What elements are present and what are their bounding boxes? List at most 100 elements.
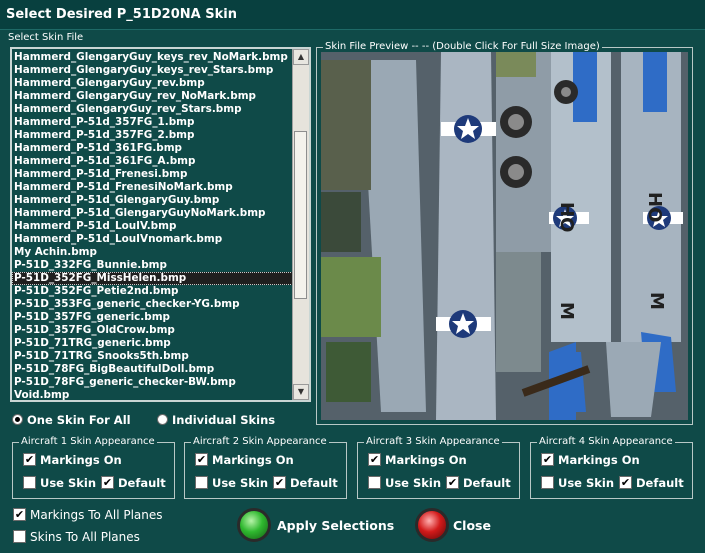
aircraft-group-title: Aircraft 2 Skin Appearance	[191, 436, 329, 447]
default-checkbox[interactable]: ✔ Default	[101, 475, 166, 490]
markings-on-checkbox[interactable]: ✔ Markings On	[368, 452, 467, 467]
skin-list-item[interactable]: Hammerd_GlengaryGuy_rev_Stars.bmp	[12, 103, 295, 116]
use-skin-check-box	[195, 476, 208, 489]
aircraft-group-title: Aircraft 3 Skin Appearance	[364, 436, 502, 447]
skin-list-item[interactable]: Hammerd_P-51d_357FG_1.bmp	[12, 116, 295, 129]
skin-list-item[interactable]: P-51D_357FG_OldCrow.bmp	[12, 324, 295, 337]
apply-selections-button[interactable]: Apply Selections	[277, 518, 394, 533]
skin-list-item[interactable]: My Achin.bmp	[12, 246, 295, 259]
use-skin-label: Use Skin	[40, 475, 97, 490]
skin-list-item[interactable]: P-51D_353FG_generic_checker-YG.bmp	[12, 298, 295, 311]
default-check-icon: ✔	[446, 476, 459, 489]
markings-on-check-icon: ✔	[23, 453, 36, 466]
aircraft-group-title: Aircraft 1 Skin Appearance	[19, 436, 157, 447]
markings-on-label: Markings On	[385, 452, 467, 467]
markings-on-label: Markings On	[212, 452, 294, 467]
skin-list-items: Hammerd_GlengaryGuy_keys_rev_NoMark.bmp H…	[12, 51, 295, 400]
aircraft-4-group: Aircraft 4 Skin Appearance ✔ Markings On Us…	[530, 436, 693, 499]
skin-list-item[interactable]: Hammerd_P-51d_LouIVnomark.bmp	[12, 233, 295, 246]
one-skin-label: One Skin For All	[27, 412, 131, 427]
skin-list-item[interactable]: P-51D_352FG_MissHelen.bmp	[12, 272, 295, 285]
apply-button-icon[interactable]	[237, 508, 271, 542]
skin-list-item[interactable]: Void.bmp	[12, 389, 295, 400]
use-skin-label: Use Skin	[385, 475, 442, 490]
skin-file-list[interactable]: Hammerd_GlengaryGuy_keys_rev_NoMark.bmp H…	[10, 47, 311, 402]
default-label: Default	[636, 475, 684, 490]
default-check-icon: ✔	[101, 476, 114, 489]
skin-list-item[interactable]: Hammerd_P-51d_LouIV.bmp	[12, 220, 295, 233]
default-label: Default	[290, 475, 338, 490]
skin-list-item[interactable]: Hammerd_GlengaryGuy_rev_NoMark.bmp	[12, 90, 295, 103]
preview-label: Skin File Preview -- -- (Double Click Fo…	[323, 41, 602, 52]
default-check-icon: ✔	[619, 476, 632, 489]
skin-list-item[interactable]: Hammerd_GlengaryGuy_keys_rev_NoMark.bmp	[12, 51, 295, 64]
markings-on-check-icon: ✔	[541, 453, 554, 466]
skin-list-item[interactable]: P-51D_357FG_generic.bmp	[12, 311, 295, 324]
skin-list-item[interactable]: P-51D_332FG_Bunnie.bmp	[12, 259, 295, 272]
skin-list-item[interactable]: Hammerd_P-51d_357FG_2.bmp	[12, 129, 295, 142]
individual-skins-label: Individual Skins	[172, 412, 276, 427]
svg-text:HO: HO	[556, 202, 577, 232]
use-skin-label: Use Skin	[558, 475, 615, 490]
markings-on-check-icon: ✔	[368, 453, 381, 466]
scroll-up-icon[interactable]: ▲	[293, 49, 309, 65]
scroll-down-icon[interactable]: ▼	[293, 384, 309, 400]
skin-list-item[interactable]: Hammerd_GlengaryGuy_keys_rev_Stars.bmp	[12, 64, 295, 77]
default-checkbox[interactable]: ✔ Default	[619, 475, 684, 490]
skin-list-item[interactable]: P-51D_78FG_BigBeautifulDoll.bmp	[12, 363, 295, 376]
skin-preview-image[interactable]: HO HO M M	[321, 52, 688, 420]
use-skin-checkbox[interactable]: Use Skin	[368, 475, 441, 490]
skin-list-label: Select Skin File	[8, 32, 84, 43]
skins-all-check-box	[13, 530, 26, 543]
default-label: Default	[118, 475, 166, 490]
use-skin-check-box	[368, 476, 381, 489]
skin-list-item[interactable]: Hammerd_P-51d_Frenesi.bmp	[12, 168, 295, 181]
markings-on-check-icon: ✔	[195, 453, 208, 466]
one-skin-radio-indicator	[12, 414, 23, 425]
markings-all-checkbox[interactable]: ✔ Markings To All Planes	[13, 507, 163, 522]
markings-all-check-icon: ✔	[13, 508, 26, 521]
skin-list-item[interactable]: Hammerd_GlengaryGuy_rev.bmp	[12, 77, 295, 90]
skin-list-item[interactable]: Hammerd_P-51d_FrenesiNoMark.bmp	[12, 181, 295, 194]
markings-on-label: Markings On	[40, 452, 122, 467]
skin-list-item[interactable]: P-51D_78FG_generic_checker-BW.bmp	[12, 376, 295, 389]
skin-list-item[interactable]: Hammerd_P-51d_GlengaryGuyNoMark.bmp	[12, 207, 295, 220]
window-title: Select Desired P_51D20NA Skin	[0, 0, 705, 30]
markings-on-checkbox[interactable]: ✔ Markings On	[195, 452, 294, 467]
default-label: Default	[463, 475, 511, 490]
default-checkbox[interactable]: ✔ Default	[446, 475, 511, 490]
skin-list-item[interactable]: Hammerd_P-51d_GlengaryGuy.bmp	[12, 194, 295, 207]
use-skin-check-box	[23, 476, 36, 489]
close-button[interactable]: Close	[453, 518, 491, 533]
markings-on-label: Markings On	[558, 452, 640, 467]
skin-list-item[interactable]: Hammerd_P-51d_361FG_A.bmp	[12, 155, 295, 168]
markings-all-label: Markings To All Planes	[30, 507, 163, 522]
markings-on-checkbox[interactable]: ✔ Markings On	[23, 452, 122, 467]
one-skin-radio[interactable]: One Skin For All	[12, 412, 131, 427]
close-button-icon[interactable]	[415, 508, 449, 542]
svg-text:HO: HO	[644, 192, 665, 222]
skin-list-item[interactable]: P-51D_352FG_Petie2nd.bmp	[12, 285, 295, 298]
use-skin-checkbox[interactable]: Use Skin	[541, 475, 614, 490]
individual-skins-radio-indicator	[157, 414, 168, 425]
default-checkbox[interactable]: ✔ Default	[273, 475, 338, 490]
scroll-thumb[interactable]	[294, 131, 307, 299]
aircraft-group-title: Aircraft 4 Skin Appearance	[537, 436, 675, 447]
skin-list-item[interactable]: P-51D_71TRG_generic.bmp	[12, 337, 295, 350]
aircraft-1-group: Aircraft 1 Skin Appearance ✔ Markings On Us…	[12, 436, 175, 499]
individual-skins-radio[interactable]: Individual Skins	[157, 412, 275, 427]
use-skin-checkbox[interactable]: Use Skin	[195, 475, 268, 490]
use-skin-check-box	[541, 476, 554, 489]
list-scrollbar[interactable]: ▲ ▼	[292, 49, 309, 400]
aircraft-2-group: Aircraft 2 Skin Appearance ✔ Markings On Us…	[184, 436, 347, 499]
skins-all-label: Skins To All Planes	[30, 529, 140, 544]
svg-text:M: M	[646, 292, 667, 310]
skin-list-item[interactable]: Hammerd_P-51d_361FG.bmp	[12, 142, 295, 155]
use-skin-checkbox[interactable]: Use Skin	[23, 475, 96, 490]
use-skin-label: Use Skin	[212, 475, 269, 490]
skins-all-checkbox[interactable]: Skins To All Planes	[13, 529, 140, 544]
markings-on-checkbox[interactable]: ✔ Markings On	[541, 452, 640, 467]
skin-list-item[interactable]: P-51D_71TRG_Snooks5th.bmp	[12, 350, 295, 363]
aircraft-3-group: Aircraft 3 Skin Appearance ✔ Markings On Us…	[357, 436, 520, 499]
skin-preview-frame: Skin File Preview -- -- (Double Click Fo…	[316, 41, 693, 425]
